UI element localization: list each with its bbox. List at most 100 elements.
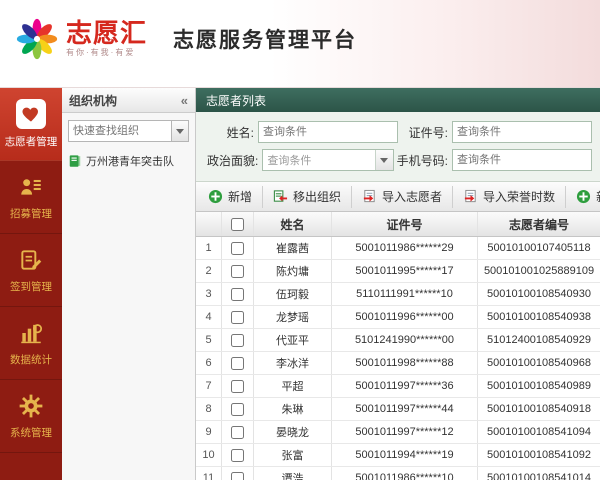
remove-from-org-button[interactable]: 移出组织 <box>263 185 353 208</box>
row-checkbox[interactable] <box>231 333 244 347</box>
button-label: 新增荣誉时数 <box>596 188 600 205</box>
recruit-icon <box>17 173 45 201</box>
import-volunteers-button[interactable]: 导入志愿者 <box>352 185 454 208</box>
tree-item-label: 万州港青年突击队 <box>86 156 174 168</box>
table-header-row: 姓名 证件号 志愿者编号 <box>196 212 600 237</box>
checkin-icon <box>17 246 45 274</box>
volunteer-number: 500101001025889109 <box>483 265 595 277</box>
gear-icon <box>17 392 45 420</box>
table-row[interactable]: 6 李冰洋 5001011998******88 500101001085409… <box>196 352 600 375</box>
volunteer-id: 5001011998******88 <box>332 352 478 374</box>
volunteer-number: 50010100108541092 <box>486 449 591 461</box>
heart-icon <box>16 99 46 129</box>
org-search-input[interactable] <box>68 120 171 142</box>
volunteer-id: 5001011995******17 <box>332 260 478 282</box>
volunteer-number: 50010100108541014 <box>486 472 591 480</box>
volunteer-id: 5001011994******19 <box>332 444 478 466</box>
name-filter-input[interactable] <box>258 121 398 143</box>
column-header-volno: 志愿者编号 <box>508 217 569 232</box>
collapse-panel-button[interactable]: « <box>181 93 188 108</box>
table-row[interactable]: 3 伍珂毅 5110111991******10 500101001085409… <box>196 283 600 306</box>
sidebar-item-label: 系统管理 <box>10 427 52 439</box>
political-select-value: 查询条件 <box>267 155 312 167</box>
volunteer-id: 5001011997******36 <box>332 375 478 397</box>
logo: 志愿汇 有你·有我·有爱 <box>14 16 147 62</box>
volunteer-id: 5110111991******10 <box>332 283 478 305</box>
row-number: 1 <box>196 237 222 259</box>
list-toolbar: 新增 移出组织 导入志愿者 导入荣誉时数 <box>196 182 600 212</box>
sidebar: 志愿者管理 招募管理 签到管理 数据统计 系统管理 <box>0 88 62 480</box>
row-checkbox[interactable] <box>231 402 244 416</box>
volunteer-table: 姓名 证件号 志愿者编号 1 崔露茜 5001011986******29 50… <box>196 212 600 480</box>
plus-icon <box>208 189 223 204</box>
row-number: 7 <box>196 375 222 397</box>
name-filter-label: 姓名: <box>226 125 254 140</box>
row-checkbox[interactable] <box>231 379 244 393</box>
volunteer-id: 5001011986******29 <box>332 237 478 259</box>
button-label: 导入荣誉时数 <box>483 190 556 204</box>
remove-org-icon <box>273 190 288 202</box>
add-volunteer-button[interactable]: 新增 <box>198 185 264 208</box>
plus-icon <box>577 189 591 204</box>
column-header-name: 姓名 <box>254 212 332 236</box>
volunteer-number: 50010100107405118 <box>487 242 591 254</box>
volunteer-name: 平超 <box>254 375 332 397</box>
volunteer-list-panel: 志愿者列表 姓名: 证件号: 政治面貌: 查询条件 手机号码: <box>196 88 600 480</box>
table-row[interactable]: 9 晏晓龙 5001011997******12 500101001085410… <box>196 421 600 444</box>
add-honor-hours-button[interactable]: 新增荣誉时数 <box>566 186 600 208</box>
row-number: 5 <box>196 329 222 351</box>
row-number: 3 <box>196 283 222 305</box>
sidebar-item-system-mgmt[interactable]: 系统管理 <box>0 380 62 453</box>
logo-tagline: 有你·有我·有爱 <box>66 48 136 58</box>
volunteer-name: 张富 <box>254 444 332 466</box>
table-row[interactable]: 11 谭浩 5001011986******10 500101001085410… <box>196 467 600 480</box>
row-checkbox[interactable] <box>231 448 244 462</box>
volunteer-number: 50010100108540930 <box>486 288 591 300</box>
org-search-dropdown-button[interactable] <box>171 120 189 142</box>
row-number: 4 <box>196 306 222 328</box>
row-checkbox[interactable] <box>231 425 244 439</box>
volunteer-id: 5001011986******10 <box>332 467 478 480</box>
sidebar-item-volunteer-mgmt[interactable]: 志愿者管理 <box>0 88 62 161</box>
row-checkbox[interactable] <box>231 356 244 370</box>
volunteer-name: 谭浩 <box>254 467 332 480</box>
table-row[interactable]: 8 朱琳 5001011997******44 5001010010854091… <box>196 398 600 421</box>
political-status-select[interactable]: 查询条件 <box>262 149 394 171</box>
organization-panel: 组织机构 « 万州港青年突击队 <box>62 88 196 480</box>
button-label: 移出组织 <box>293 190 342 204</box>
row-checkbox[interactable] <box>231 287 244 301</box>
table-row[interactable]: 7 平超 5001011997******36 5001010010854098… <box>196 375 600 398</box>
row-checkbox[interactable] <box>231 471 244 480</box>
sidebar-item-label: 招募管理 <box>10 208 52 220</box>
sidebar-item-recruit-mgmt[interactable]: 招募管理 <box>0 161 62 234</box>
table-row[interactable]: 2 陈灼墉 5001011995******17 500101001025889… <box>196 260 600 283</box>
row-checkbox[interactable] <box>231 241 244 255</box>
flower-logo-icon <box>16 18 58 59</box>
import-honor-hours-button[interactable]: 导入荣誉时数 <box>453 185 567 208</box>
row-checkbox[interactable] <box>231 264 244 278</box>
select-all-checkbox[interactable] <box>231 217 244 231</box>
tree-item-organization[interactable]: 万州港青年突击队 <box>68 151 189 171</box>
volunteer-name: 代亚平 <box>254 329 332 351</box>
id-filter-input[interactable] <box>452 121 592 143</box>
sidebar-item-label: 签到管理 <box>10 281 52 293</box>
organization-panel-title: 组织机构 <box>69 93 118 108</box>
row-number: 6 <box>196 352 222 374</box>
table-row[interactable]: 4 龙梦瑶 5001011996******00 500101001085409… <box>196 306 600 329</box>
row-checkbox[interactable] <box>231 310 244 324</box>
import-icon <box>464 189 476 203</box>
volunteer-id: 5001011997******12 <box>332 421 478 443</box>
sidebar-item-label: 志愿者管理 <box>4 136 58 148</box>
sidebar-item-data-stats[interactable]: 数据统计 <box>0 307 62 380</box>
table-row[interactable]: 5 代亚平 5101241990******00 510124001085409… <box>196 329 600 352</box>
phone-filter-input[interactable] <box>452 149 592 171</box>
table-row[interactable]: 1 崔露茜 5001011986******29 500101001074051… <box>196 237 600 260</box>
row-number: 11 <box>196 467 222 480</box>
page-title: 志愿服务管理平台 <box>173 28 358 52</box>
organization-tree: 万州港青年突击队 <box>62 147 195 175</box>
logo-text: 志愿汇 <box>66 17 148 48</box>
table-row[interactable]: 10 张富 5001011994******19 500101001085410… <box>196 444 600 467</box>
volunteer-number: 50010100108540968 <box>486 357 591 369</box>
sidebar-item-checkin-mgmt[interactable]: 签到管理 <box>0 234 62 307</box>
app-header: 志愿汇 有你·有我·有爱 志愿服务管理平台 <box>0 0 600 88</box>
